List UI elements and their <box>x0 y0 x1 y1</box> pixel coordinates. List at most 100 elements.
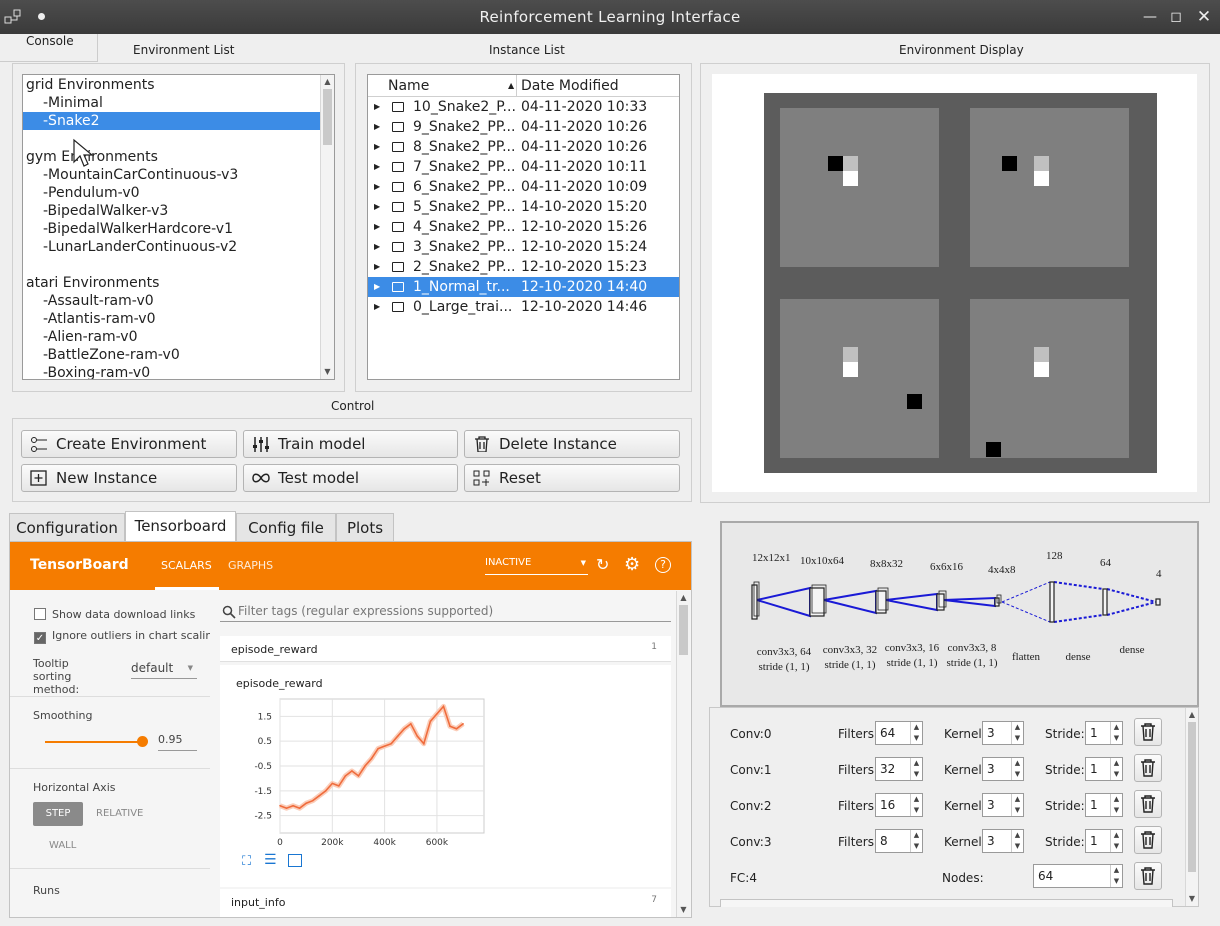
show-download-checkbox[interactable] <box>34 608 46 620</box>
instance-row[interactable]: ▶ 10_Snake2_P... 04-11-2020 10:33 <box>368 97 679 117</box>
ignore-outliers-option[interactable]: ✓ Ignore outliers in chart scalin <box>34 629 212 644</box>
smoothing-slider-handle[interactable] <box>137 736 148 747</box>
instance-row[interactable]: ▶ 9_Snake2_PP... 04-11-2020 10:26 <box>368 117 679 137</box>
environment-item[interactable]: -BattleZone-ram-v0 <box>23 346 320 364</box>
expand-arrow-icon[interactable]: ▶ <box>374 177 380 197</box>
spin-arrows-icon[interactable]: ▲ ▼ <box>910 794 922 816</box>
tab-tensorboard[interactable]: Tensorboard <box>125 511 236 541</box>
tab-plots[interactable]: Plots <box>336 513 394 541</box>
delete-layer-button[interactable] <box>1134 718 1162 746</box>
environment-item[interactable]: -MountainCarContinuous-v3 <box>23 166 320 184</box>
axis-step-button[interactable]: STEP <box>33 802 83 826</box>
fullscreen-icon[interactable]: ⛶ <box>242 854 251 869</box>
run-select[interactable]: INACTIVE ▼ <box>485 557 588 575</box>
environment-item[interactable]: -Snake2 <box>23 112 320 130</box>
scroll-down-icon[interactable]: ▼ <box>1186 892 1198 906</box>
tag-group-input-info[interactable]: input_info 7 <box>220 889 671 917</box>
test-model-button[interactable]: Test model <box>243 464 458 492</box>
environment-item[interactable]: -Atlantis-ram-v0 <box>23 310 320 328</box>
delete-layer-button[interactable] <box>1134 826 1162 854</box>
environment-item[interactable]: -Minimal <box>23 94 320 112</box>
expand-arrow-icon[interactable]: ▶ <box>374 157 380 177</box>
axis-wall-button[interactable]: WALL <box>49 840 76 851</box>
help-icon[interactable]: ? <box>655 557 671 573</box>
environment-item[interactable]: -Pendulum-v0 <box>23 184 320 202</box>
kernel-input[interactable]: 3 ▲ ▼ <box>982 793 1024 817</box>
show-download-option[interactable]: Show data download links <box>34 608 195 621</box>
expand-arrow-icon[interactable]: ▶ <box>374 297 380 317</box>
filters-input[interactable]: 32 ▲ ▼ <box>875 757 923 781</box>
tooltip-sorting-select[interactable]: default ▼ <box>131 661 197 679</box>
kernel-input[interactable]: 3 ▲ ▼ <box>982 757 1024 781</box>
environment-item[interactable]: -BipedalWalkerHardcore-v1 <box>23 220 320 238</box>
spin-arrows-icon[interactable]: ▲ ▼ <box>1110 794 1122 816</box>
kernel-input[interactable]: 3 ▲ ▼ <box>982 721 1024 745</box>
column-date-header[interactable]: Date Modified <box>521 75 619 97</box>
delete-instance-button[interactable]: Delete Instance <box>464 430 680 458</box>
instance-row[interactable]: ▶ 3_Snake2_PP... 12-10-2020 15:24 <box>368 237 679 257</box>
refresh-icon[interactable]: ↻ <box>596 555 609 574</box>
spin-arrows-icon[interactable]: ▲ ▼ <box>1011 758 1023 780</box>
train-model-button[interactable]: Train model <box>243 430 458 458</box>
fit-domain-icon[interactable] <box>288 854 302 867</box>
create-environment-button[interactable]: Create Environment <box>21 430 237 458</box>
environment-item[interactable]: -Boxing-ram-v0 <box>23 364 320 379</box>
instance-row[interactable]: ▶ 8_Snake2_PP... 04-11-2020 10:26 <box>368 137 679 157</box>
nav-graphs[interactable]: GRAPHS <box>228 559 273 572</box>
environment-item[interactable]: -Assault-ram-v0 <box>23 292 320 310</box>
spin-arrows-icon[interactable]: ▲ ▼ <box>1011 794 1023 816</box>
spin-arrows-icon[interactable]: ▲ ▼ <box>910 758 922 780</box>
filters-input[interactable]: 64 ▲ ▼ <box>875 721 923 745</box>
kernel-input[interactable]: 3 ▲ ▼ <box>982 829 1024 853</box>
smoothing-slider-track[interactable] <box>45 741 143 743</box>
filter-tags-input[interactable]: Filter tags (regular expressions support… <box>220 601 671 622</box>
spin-arrows-icon[interactable]: ▲ ▼ <box>1110 722 1122 744</box>
new-instance-button[interactable]: New Instance <box>21 464 237 492</box>
stride-input[interactable]: 1 ▲ ▼ <box>1085 829 1123 853</box>
scroll-thumb[interactable] <box>323 89 332 145</box>
environment-group-header[interactable]: grid Environments <box>23 76 320 94</box>
close-icon[interactable]: ✕ <box>1194 7 1214 27</box>
scroll-thumb[interactable] <box>1188 722 1196 872</box>
instance-row[interactable]: ▶ 7_Snake2_PP... 04-11-2020 10:11 <box>368 157 679 177</box>
spin-arrows-icon[interactable]: ▲ ▼ <box>1011 722 1023 744</box>
maximize-icon[interactable]: ◻ <box>1166 7 1186 27</box>
console-tab[interactable]: Console <box>0 34 98 62</box>
environment-item[interactable]: -BipedalWalker-v3 <box>23 202 320 220</box>
ignore-outliers-checkbox[interactable]: ✓ <box>34 632 46 644</box>
instance-row[interactable]: ▶ 6_Snake2_PP... 04-11-2020 10:09 <box>368 177 679 197</box>
delete-layer-button[interactable] <box>1134 790 1162 818</box>
expand-arrow-icon[interactable]: ▶ <box>374 217 380 237</box>
spin-arrows-icon[interactable]: ▲ ▼ <box>910 830 922 852</box>
filters-input[interactable]: 16 ▲ ▼ <box>875 793 923 817</box>
axis-relative-button[interactable]: RELATIVE <box>96 808 143 819</box>
spin-arrows-icon[interactable]: ▲ ▼ <box>1110 830 1122 852</box>
expand-arrow-icon[interactable]: ▶ <box>374 137 380 157</box>
spin-arrows-icon[interactable]: ▲ ▼ <box>1110 758 1122 780</box>
environment-list[interactable]: grid Environments -Minimal -Snake2 gym Envi… <box>22 74 335 380</box>
add-layer-button-partial[interactable] <box>720 899 1173 907</box>
tab-configuration[interactable]: Configuration <box>9 513 125 541</box>
stride-input[interactable]: 1 ▲ ▼ <box>1085 793 1123 817</box>
expand-arrow-icon[interactable]: ▶ <box>374 277 380 297</box>
column-name-header[interactable]: Name <box>388 75 429 97</box>
delete-layer-button[interactable] <box>1134 862 1162 890</box>
delete-layer-button[interactable] <box>1134 754 1162 782</box>
expand-arrow-icon[interactable]: ▶ <box>374 197 380 217</box>
expand-arrow-icon[interactable]: ▶ <box>374 257 380 277</box>
gear-icon[interactable]: ⚙ <box>624 554 640 575</box>
instance-row[interactable]: ▶ 0_Large_trai... 12-10-2020 14:46 <box>368 297 679 317</box>
instance-row[interactable]: ▶ 5_Snake2_PP... 14-10-2020 15:20 <box>368 197 679 217</box>
scroll-down-icon[interactable]: ▼ <box>677 903 690 917</box>
environment-item[interactable]: -Alien-ram-v0 <box>23 328 320 346</box>
nodes-input[interactable]: 64 ▲ ▼ <box>1033 864 1123 888</box>
instance-row[interactable]: ▶ 1_Normal_tr... 12-10-2020 14:40 <box>368 277 679 297</box>
scroll-thumb[interactable] <box>679 605 688 655</box>
tab-config-file[interactable]: Config file <box>236 513 336 541</box>
environment-group-header[interactable]: gym Environments <box>23 148 320 166</box>
scroll-up-icon[interactable]: ▲ <box>321 75 334 89</box>
expand-arrow-icon[interactable]: ▶ <box>374 117 380 137</box>
spin-arrows-icon[interactable]: ▲ ▼ <box>1110 865 1122 887</box>
list-icon[interactable]: ☰ <box>264 852 277 868</box>
nav-scalars[interactable]: SCALARS <box>161 559 212 572</box>
